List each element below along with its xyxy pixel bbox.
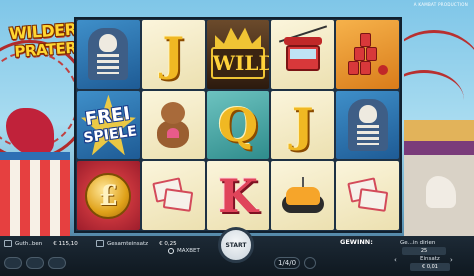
maxbet-label: MAXBET [177, 248, 200, 254]
reel-2-row-1: J [141, 20, 205, 89]
letter-j-symbol: J [162, 27, 185, 82]
turbo-button[interactable] [304, 257, 316, 269]
autoplay-button[interactable]: 1/4/0 [274, 257, 300, 269]
reel-5-row-1 [336, 20, 399, 89]
producer-credit: A KAMBAT PRODUCTION [413, 2, 468, 7]
menu-button[interactable] [4, 257, 22, 269]
maxbet-icon [168, 248, 174, 254]
tickets-icon [346, 176, 389, 216]
teddy-bear-icon [153, 101, 193, 148]
balance-display: Guth..ben € 115,10 [4, 240, 78, 247]
reel-grid: FREI SPIELE £ J WILD Q K J [74, 17, 402, 233]
bumper-car-icon [280, 176, 326, 215]
skeleton-icon [347, 98, 388, 151]
coins-icon [96, 240, 104, 247]
balance-label: Guth..ben [15, 240, 43, 247]
reel-4-row-1 [271, 20, 335, 89]
reel-1-row-3: £ [77, 161, 140, 230]
bet-label: Einsatz [420, 256, 440, 262]
gondola-icon [278, 25, 328, 77]
reel-4-row-2: J [271, 90, 335, 160]
settings-button[interactable] [48, 257, 66, 269]
tickets-icon [152, 176, 194, 216]
reel-3-row-2: Q [206, 90, 270, 160]
pound-coin-icon: £ [85, 172, 132, 219]
lines-label: Ge...in dirien [400, 240, 436, 246]
wallet-icon [4, 240, 12, 247]
reel-3-row-3: K [206, 161, 270, 230]
total-bet-display: Gesamteinsatz € 0,25 [96, 240, 177, 247]
letter-q-symbol: Q [217, 97, 259, 152]
sound-button[interactable] [26, 257, 44, 269]
reel-1-row-1 [77, 20, 140, 89]
win-label: GEWINN: [340, 238, 373, 246]
background-right-amusement-park [404, 0, 474, 236]
cans-icon [344, 31, 392, 77]
reel-4-row-3 [271, 161, 335, 230]
lines-value: 25 [402, 247, 446, 255]
striped-booth-icon [0, 160, 70, 236]
skeleton-icon [88, 28, 129, 81]
reel-2-row-3 [141, 161, 205, 230]
start-button[interactable]: START [218, 227, 254, 263]
reel-5-row-3 [336, 161, 399, 230]
chevron-right-icon[interactable]: › [450, 256, 457, 265]
wild-symbol: WILD [210, 46, 269, 79]
chevron-left-icon[interactable]: ‹ [394, 256, 401, 265]
game-logo: WILDER PRATER [9, 20, 77, 68]
letter-j-symbol: J [291, 97, 314, 152]
reel-3-row-1: WILD [206, 20, 270, 89]
balance-value: € 115,10 [53, 240, 78, 247]
maxbet-button[interactable]: MAXBET [168, 248, 200, 254]
free-spins-symbol: FREI SPIELE [79, 103, 137, 148]
bet-value: € 0,01 [410, 263, 450, 271]
letter-k-symbol: K [218, 168, 258, 223]
logo-line-2: PRATER [13, 38, 77, 61]
reel-1-row-2: FREI SPIELE [77, 90, 140, 160]
reel-5-row-2 [336, 90, 399, 160]
reel-2-row-2 [141, 90, 205, 160]
total-bet-value: € 0,25 [159, 240, 177, 247]
total-bet-label: Gesamteinsatz [107, 240, 149, 247]
